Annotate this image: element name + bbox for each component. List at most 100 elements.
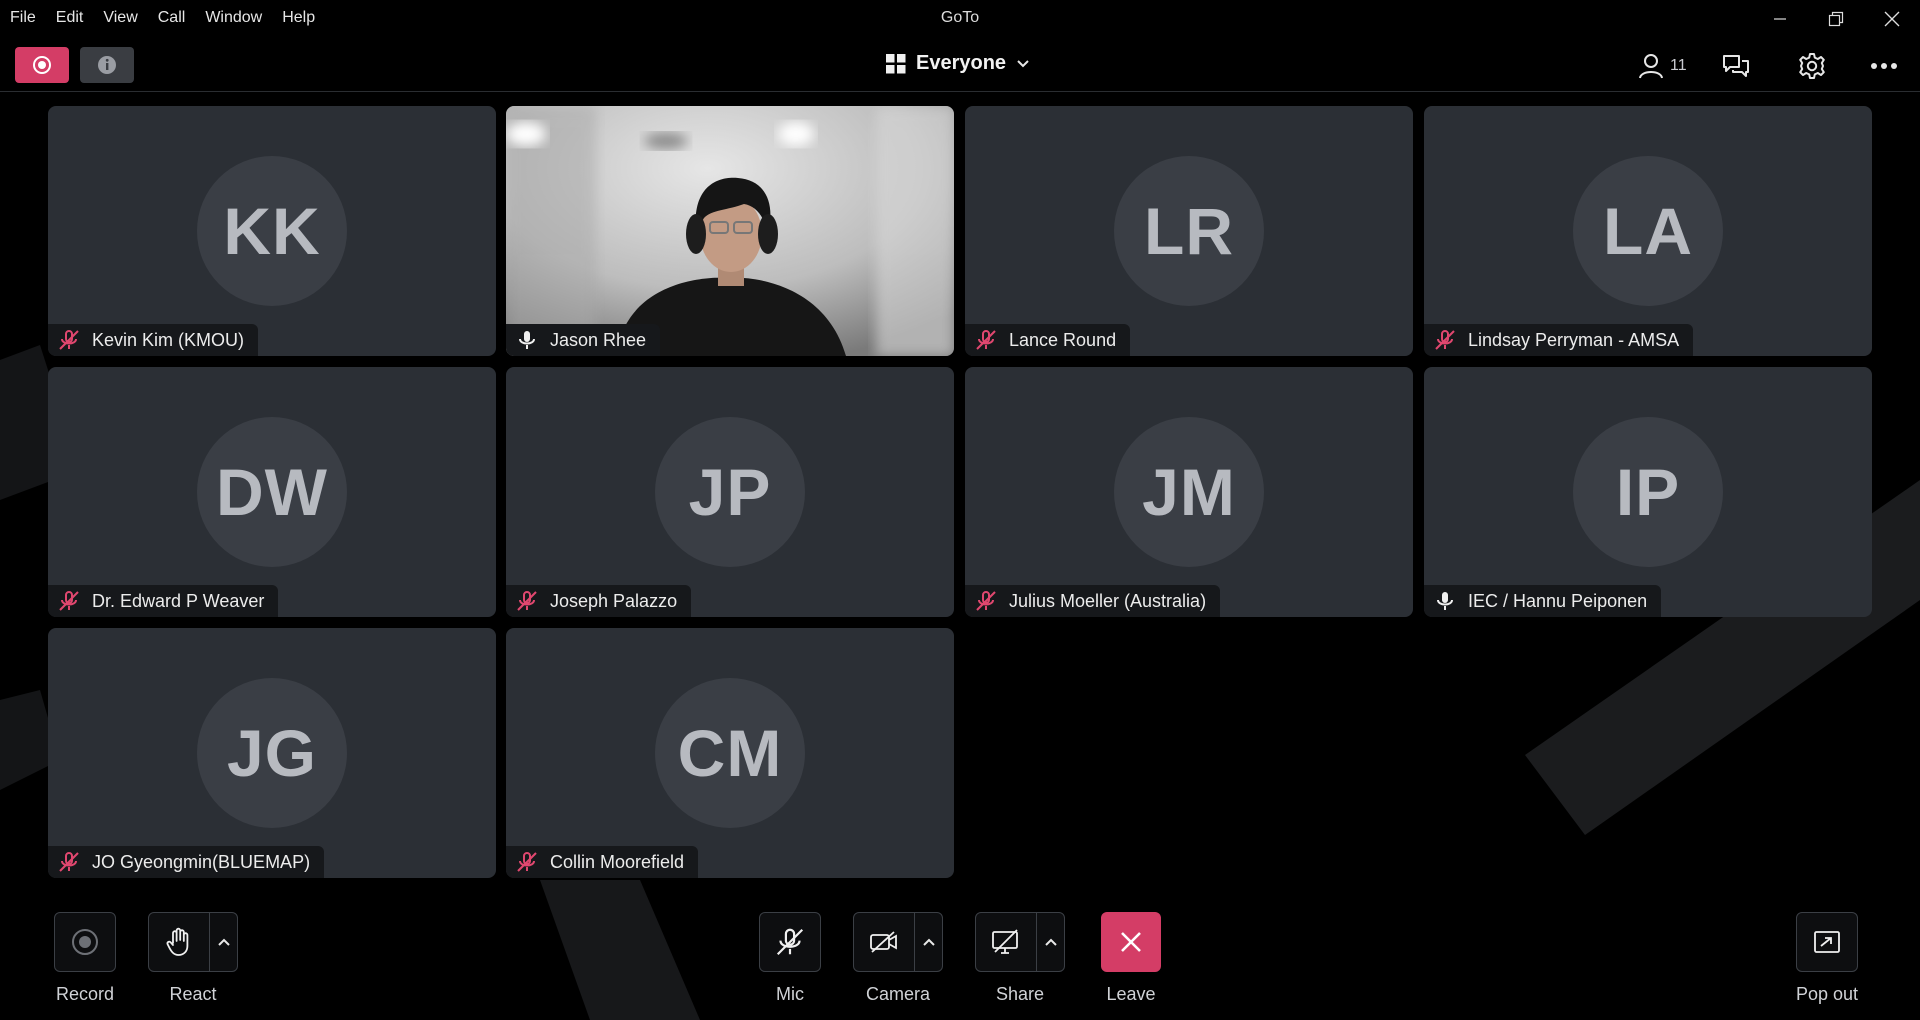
participant-name: Joseph Palazzo — [550, 590, 678, 611]
menu-view[interactable]: View — [103, 9, 137, 27]
record-button[interactable] — [54, 912, 116, 972]
avatar: LR — [1114, 156, 1264, 306]
name-label: Lance Round — [965, 324, 1131, 356]
mic-icon — [519, 331, 535, 349]
participant-tile[interactable]: DW Dr. Edward P Weaver — [48, 367, 496, 617]
react-control: React — [148, 912, 238, 1005]
info-icon — [98, 56, 116, 74]
chevron-up-icon — [1044, 938, 1057, 946]
menu-bar: File Edit View Call Window Help — [10, 9, 315, 27]
view-selector[interactable]: Everyone — [886, 52, 1030, 75]
participant-tile[interactable]: LR Lance Round — [965, 106, 1413, 356]
menu-help[interactable]: Help — [282, 9, 315, 27]
camera-control: Camera — [853, 912, 943, 1005]
share-options-button[interactable] — [1036, 913, 1064, 971]
mic-icon — [1437, 592, 1453, 610]
participant-name: Dr. Edward P Weaver — [92, 590, 265, 611]
react-options-button[interactable] — [209, 913, 237, 971]
camera-label: Camera — [865, 984, 931, 1004]
call-controls: Record React Mic Camera Share Leave Pop … — [0, 912, 1920, 1020]
raise-hand-icon — [166, 927, 189, 956]
chat-button[interactable] — [1722, 48, 1750, 84]
leave-control: Leave — [1101, 912, 1161, 1005]
mic-muted-icon — [59, 330, 79, 350]
meeting-toolbar: Everyone 11 — [0, 40, 1920, 92]
record-icon — [72, 929, 98, 955]
participant-tile[interactable]: Jason Rhee — [506, 106, 954, 356]
video-feed — [506, 106, 954, 356]
participants-button[interactable]: 11 — [1638, 48, 1687, 84]
close-window-button[interactable] — [1864, 0, 1920, 38]
more-options-button[interactable] — [1870, 48, 1898, 84]
grid-view-icon — [886, 53, 906, 73]
mic-muted-icon — [517, 591, 537, 611]
name-label: Jason Rhee — [506, 324, 661, 356]
participant-tile[interactable]: JG JO Gyeongmin(BLUEMAP) — [48, 628, 496, 878]
participant-name: IEC / Hannu Peiponen — [1468, 590, 1648, 611]
participant-name: Lindsay Perryman - AMSA — [1468, 329, 1680, 350]
avatar: CM — [655, 678, 805, 828]
participant-tile[interactable]: LA Lindsay Perryman - AMSA — [1424, 106, 1872, 356]
share-control: Share — [975, 912, 1065, 1005]
restore-icon — [1828, 11, 1844, 27]
mic-control: Mic — [759, 912, 821, 1005]
record-control: Record — [54, 912, 116, 1005]
menu-edit[interactable]: Edit — [56, 9, 84, 27]
chevron-up-icon — [217, 938, 230, 946]
participant-tile[interactable]: JP Joseph Palazzo — [506, 367, 954, 617]
participant-tile[interactable]: CM Collin Moorefield — [506, 628, 954, 878]
mic-muted-icon — [776, 928, 804, 956]
chevron-up-icon — [922, 938, 935, 946]
gear-icon — [1799, 53, 1825, 79]
settings-button[interactable] — [1798, 48, 1826, 84]
mic-button[interactable] — [759, 912, 821, 972]
view-label: Everyone — [916, 52, 1007, 74]
react-label: React — [169, 984, 217, 1004]
avatar: LA — [1573, 156, 1723, 306]
participant-name: JO Gyeongmin(BLUEMAP) — [92, 851, 311, 872]
participant-tile[interactable]: IP IEC / Hannu Peiponen — [1424, 367, 1872, 617]
record-label: Record — [55, 984, 115, 1004]
name-label: IEC / Hannu Peiponen — [1424, 585, 1662, 617]
popout-button[interactable] — [1796, 912, 1859, 972]
info-button[interactable] — [80, 47, 134, 83]
avatar: IP — [1573, 417, 1723, 567]
person-icon — [1639, 54, 1663, 79]
minimize-button[interactable] — [1752, 0, 1808, 38]
participant-tile[interactable]: KK Kevin Kim (KMOU) — [48, 106, 496, 356]
menu-file[interactable]: File — [10, 9, 36, 27]
recording-button[interactable] — [15, 47, 69, 83]
popout-label: Pop out — [1796, 984, 1859, 1004]
mic-muted-icon — [1435, 330, 1455, 350]
avatar: DW — [197, 417, 347, 567]
chevron-down-icon — [1017, 59, 1029, 67]
name-label: Collin Moorefield — [506, 846, 699, 878]
popout-control: Pop out — [1796, 912, 1858, 1005]
react-button[interactable] — [148, 912, 238, 972]
camera-button[interactable] — [853, 912, 943, 972]
mic-muted-icon — [59, 852, 79, 872]
participant-tile[interactable]: JM Julius Moeller (Australia) — [965, 367, 1413, 617]
close-icon — [1121, 932, 1141, 952]
share-button[interactable] — [975, 912, 1065, 972]
leave-button[interactable] — [1101, 912, 1161, 972]
avatar: JP — [655, 417, 805, 567]
mic-label: Mic — [776, 984, 804, 1004]
more-horizontal-icon — [1871, 63, 1897, 69]
chat-icon — [1723, 55, 1749, 77]
mic-muted-icon — [976, 591, 996, 611]
leave-label: Leave — [1106, 984, 1156, 1004]
name-label: Kevin Kim (KMOU) — [48, 324, 259, 356]
title-bar: File Edit View Call Window Help GoTo — [0, 0, 1920, 38]
participant-name: Lance Round — [1009, 329, 1117, 350]
participant-count: 11 — [1670, 57, 1687, 74]
name-label: Julius Moeller (Australia) — [965, 585, 1221, 617]
window-controls — [1752, 0, 1920, 38]
menu-window[interactable]: Window — [205, 9, 262, 27]
share-label: Share — [995, 984, 1045, 1004]
camera-options-button[interactable] — [914, 913, 942, 971]
menu-call[interactable]: Call — [158, 9, 186, 27]
mic-muted-icon — [517, 852, 537, 872]
restore-button[interactable] — [1808, 0, 1864, 38]
participant-name: Julius Moeller (Australia) — [1009, 590, 1207, 611]
